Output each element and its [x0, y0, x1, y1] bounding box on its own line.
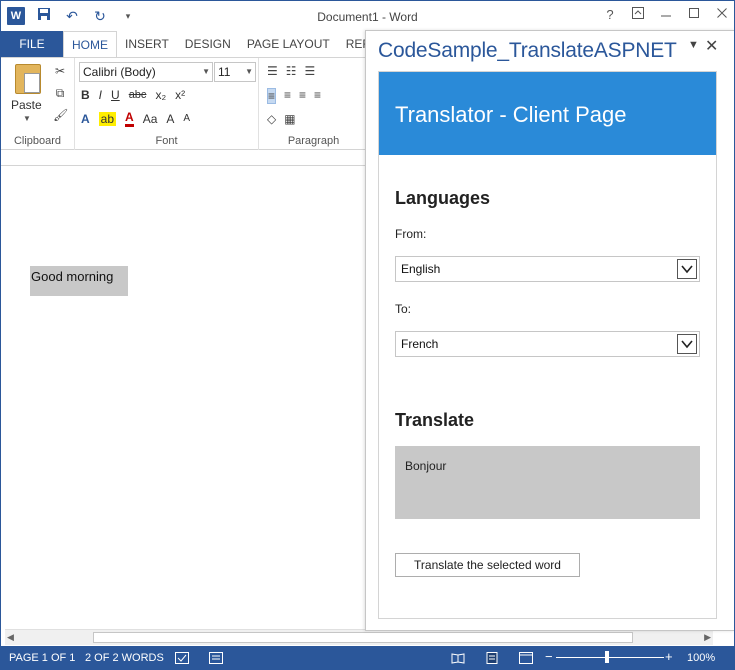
scrollbar-thumb[interactable] — [93, 632, 633, 643]
tab-design[interactable]: DESIGN — [177, 31, 239, 57]
translate-button[interactable]: Translate the selected word — [395, 553, 580, 577]
shading-row: ◇ ▦ — [267, 112, 296, 126]
task-pane: CodeSample_TranslateASPNET ▼ ✕ Translato… — [365, 30, 734, 631]
font-group: Calibri (Body) ▼ 11 ▼ B I U abc x₂ x² A … — [75, 58, 259, 150]
zoom-in-button[interactable]: + — [665, 649, 673, 664]
chevron-down-icon[interactable] — [677, 259, 697, 279]
help-icon[interactable]: ? — [604, 7, 616, 22]
format-painter-icon[interactable]: 🖌 — [53, 108, 68, 122]
macro-icon[interactable] — [209, 652, 223, 667]
copy-icon[interactable]: ⧉ — [53, 86, 67, 100]
paste-button[interactable]: Paste — [11, 98, 42, 112]
addin-banner: Translator - Client Page — [379, 72, 716, 155]
languages-heading: Languages — [395, 188, 491, 208]
zoom-out-button[interactable]: − — [545, 649, 553, 664]
cut-icon[interactable]: ✂ — [53, 64, 67, 78]
translate-heading: Translate — [395, 410, 475, 430]
minimize-icon[interactable] — [660, 7, 672, 22]
to-language-select[interactable]: French — [395, 331, 700, 357]
underline-button[interactable]: U — [111, 88, 120, 102]
italic-button[interactable]: I — [99, 88, 102, 102]
change-case-button[interactable]: Aa — [143, 112, 158, 126]
font-group-label: Font — [155, 135, 178, 147]
tab-page-layout[interactable]: PAGE LAYOUT — [239, 31, 338, 57]
from-language-select[interactable]: English — [395, 256, 700, 282]
highlight-color-icon[interactable]: ab — [98, 111, 117, 126]
print-layout-icon[interactable] — [485, 652, 499, 667]
maximize-icon[interactable] — [688, 7, 700, 22]
ribbon-display-icon[interactable] — [632, 7, 644, 22]
task-pane-title: CodeSample_TranslateASPNET — [378, 39, 677, 62]
status-bar: PAGE 1 OF 1 2 OF 2 WORDS − + 100% — [1, 646, 734, 669]
bullets-icon[interactable]: ☰ — [267, 64, 278, 78]
superscript-button[interactable]: x² — [175, 88, 185, 102]
font-name-value: Calibri (Body) — [83, 65, 156, 79]
zoom-slider[interactable] — [556, 657, 664, 658]
bold-button[interactable]: B — [81, 88, 90, 102]
font-format-row: B I U abc x₂ x² — [81, 88, 185, 102]
align-left-icon[interactable]: ≡ — [267, 88, 277, 104]
proofing-icon[interactable] — [175, 652, 189, 667]
alignment-row: ≡ ≡ ≡ ≡ — [267, 88, 321, 104]
multilevel-list-icon[interactable]: ☰ — [305, 64, 316, 78]
scroll-right-icon[interactable]: ▶ — [704, 632, 711, 643]
subscript-button[interactable]: x₂ — [155, 88, 166, 102]
banner-title: Translator - Client Page — [395, 102, 627, 127]
font-size-dropdown-icon[interactable]: ▼ — [245, 63, 253, 81]
justify-icon[interactable]: ≡ — [314, 88, 321, 104]
align-right-icon[interactable]: ≡ — [299, 88, 306, 104]
zoom-level[interactable]: 100% — [687, 652, 715, 664]
font-name-combo[interactable]: Calibri (Body) ▼ — [79, 62, 213, 82]
word-window: W ↶ ↻ ▾ Document1 - Word ? FILE HOME INS… — [0, 0, 735, 670]
from-label: From: — [395, 227, 427, 241]
clipboard-group-label: Clipboard — [13, 135, 62, 147]
paste-dropdown-icon[interactable]: ▼ — [23, 114, 31, 123]
paragraph-group-label: Paragraph — [287, 135, 340, 147]
read-mode-icon[interactable] — [451, 652, 465, 667]
page-count[interactable]: PAGE 1 OF 1 — [9, 652, 75, 664]
numbering-icon[interactable]: ☷ — [286, 64, 297, 78]
grow-font-button[interactable]: A — [166, 112, 174, 126]
paragraph-group: ☰ ☷ ☰ ≡ ≡ ≡ ≡ ◇ ▦ Paragraph — [259, 58, 369, 150]
selected-text[interactable]: Good morning — [30, 266, 128, 296]
font-name-dropdown-icon[interactable]: ▼ — [202, 63, 210, 81]
zoom-slider-thumb[interactable] — [605, 651, 609, 663]
addin-content: Translator - Client Page Languages From:… — [378, 71, 717, 619]
font-effects-row: A ab A Aa A A — [81, 110, 190, 127]
window-controls: ? — [604, 7, 728, 22]
task-pane-menu-icon[interactable]: ▼ — [688, 39, 699, 51]
tab-insert[interactable]: INSERT — [117, 31, 177, 57]
strikethrough-button[interactable]: abc — [129, 89, 147, 101]
shading-icon[interactable]: ◇ — [267, 112, 276, 126]
text-effects-icon[interactable]: A — [81, 112, 90, 126]
close-window-icon[interactable] — [716, 7, 728, 22]
title-bar: W ↶ ↻ ▾ Document1 - Word ? — [1, 1, 734, 31]
scroll-left-icon[interactable]: ◀ — [7, 632, 14, 643]
chevron-down-icon[interactable] — [677, 334, 697, 354]
to-language-value: French — [401, 337, 439, 351]
clipboard-group: Paste ▼ ✂ ⧉ 🖌 Clipboard — [1, 58, 75, 150]
web-layout-icon[interactable] — [519, 652, 533, 667]
tab-file[interactable]: FILE — [1, 31, 63, 57]
font-size-combo[interactable]: 11 ▼ — [214, 62, 256, 82]
word-count[interactable]: 2 OF 2 WORDS — [85, 652, 164, 664]
font-size-value: 11 — [218, 65, 231, 79]
translation-output: Bonjour — [395, 446, 700, 519]
tab-home[interactable]: HOME — [63, 31, 117, 57]
shrink-font-button[interactable]: A — [183, 113, 190, 124]
font-color-icon[interactable]: A — [125, 110, 134, 127]
align-center-icon[interactable]: ≡ — [284, 88, 291, 104]
paste-icon[interactable] — [15, 64, 41, 94]
task-pane-close-icon[interactable]: ✕ — [705, 36, 718, 56]
to-label: To: — [395, 302, 412, 316]
horizontal-scrollbar[interactable]: ◀ ▶ — [5, 629, 713, 645]
from-language-value: English — [401, 262, 441, 276]
borders-icon[interactable]: ▦ — [284, 112, 295, 126]
list-buttons-row: ☰ ☷ ☰ — [267, 64, 315, 78]
